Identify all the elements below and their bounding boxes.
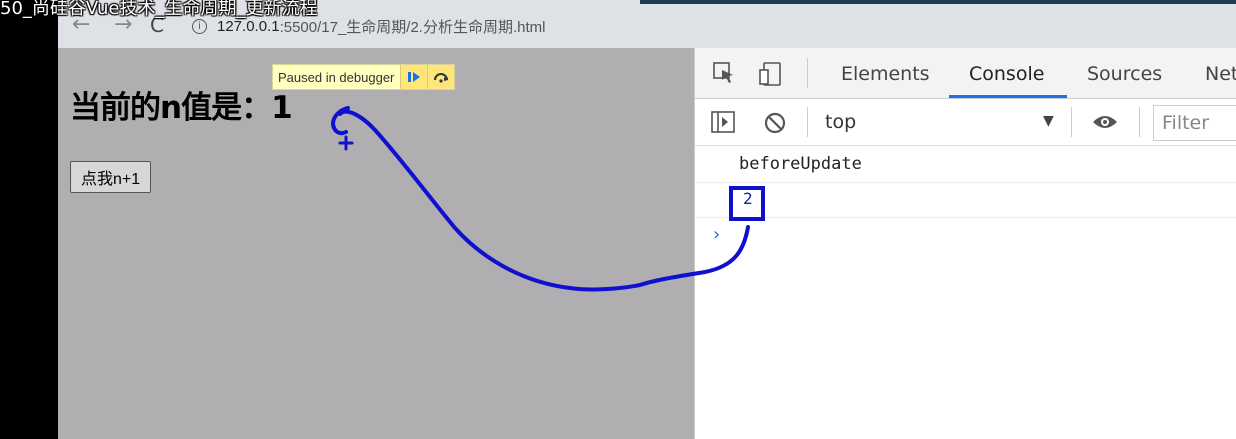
url-host: 127.0.0.1 bbox=[217, 17, 280, 35]
console-toolbar: top ▼ Filter bbox=[695, 99, 1236, 146]
toolbar-separator bbox=[1139, 107, 1140, 137]
filter-input[interactable]: Filter bbox=[1153, 105, 1236, 141]
tab-network[interactable]: Net bbox=[1205, 48, 1236, 98]
active-tab-indicator bbox=[949, 95, 1067, 98]
console-text: beforeUpdate bbox=[739, 154, 862, 174]
page-heading: 当前的n值是：1 bbox=[70, 90, 293, 126]
tab-separator bbox=[807, 58, 808, 88]
paused-label: Paused in debugger bbox=[278, 69, 395, 85]
console-message: 2 bbox=[695, 183, 1236, 218]
page-viewport: Paused in debugger 当前的n值是：1 点我n+1 bbox=[58, 48, 694, 439]
chevron-down-icon[interactable]: ▼ bbox=[1043, 113, 1054, 129]
tab-elements[interactable]: Elements bbox=[841, 48, 930, 98]
live-expression-eye-icon[interactable] bbox=[1091, 113, 1119, 131]
console-number: 2 bbox=[743, 189, 753, 208]
console-prompt[interactable]: › bbox=[711, 224, 722, 245]
console-message: beforeUpdate bbox=[695, 146, 1236, 183]
devtools-panel: Elements Console Sources Net top ▼ Filte… bbox=[694, 48, 1236, 439]
browser-top-strip bbox=[640, 0, 1236, 4]
device-toolbar-icon[interactable] bbox=[759, 62, 783, 86]
url-path: :5500/17_生命周期/2.分析生命周期.html bbox=[279, 18, 546, 36]
paused-in-debugger-overlay: Paused in debugger bbox=[272, 64, 456, 90]
tab-console[interactable]: Console bbox=[969, 48, 1044, 98]
info-icon[interactable]: i bbox=[192, 18, 207, 34]
step-over-icon bbox=[434, 73, 449, 83]
toolbar-separator bbox=[807, 107, 808, 137]
inspect-element-icon[interactable] bbox=[713, 62, 735, 84]
video-title: 50_尚硅谷Vue技术_生命周期_更新流程 bbox=[0, 0, 318, 19]
resume-button[interactable] bbox=[400, 65, 428, 89]
tab-sources[interactable]: Sources bbox=[1087, 48, 1162, 98]
toolbar-separator bbox=[1071, 107, 1072, 137]
show-sidebar-icon[interactable] bbox=[711, 111, 735, 133]
context-selector[interactable]: top bbox=[825, 111, 856, 133]
left-black-bar bbox=[0, 0, 58, 439]
devtools-tabbar: Elements Console Sources Net bbox=[695, 48, 1236, 99]
step-over-button[interactable] bbox=[427, 65, 455, 89]
increment-button[interactable]: 点我n+1 bbox=[70, 161, 152, 193]
resume-icon bbox=[408, 72, 421, 82]
clear-console-icon[interactable] bbox=[763, 111, 787, 135]
